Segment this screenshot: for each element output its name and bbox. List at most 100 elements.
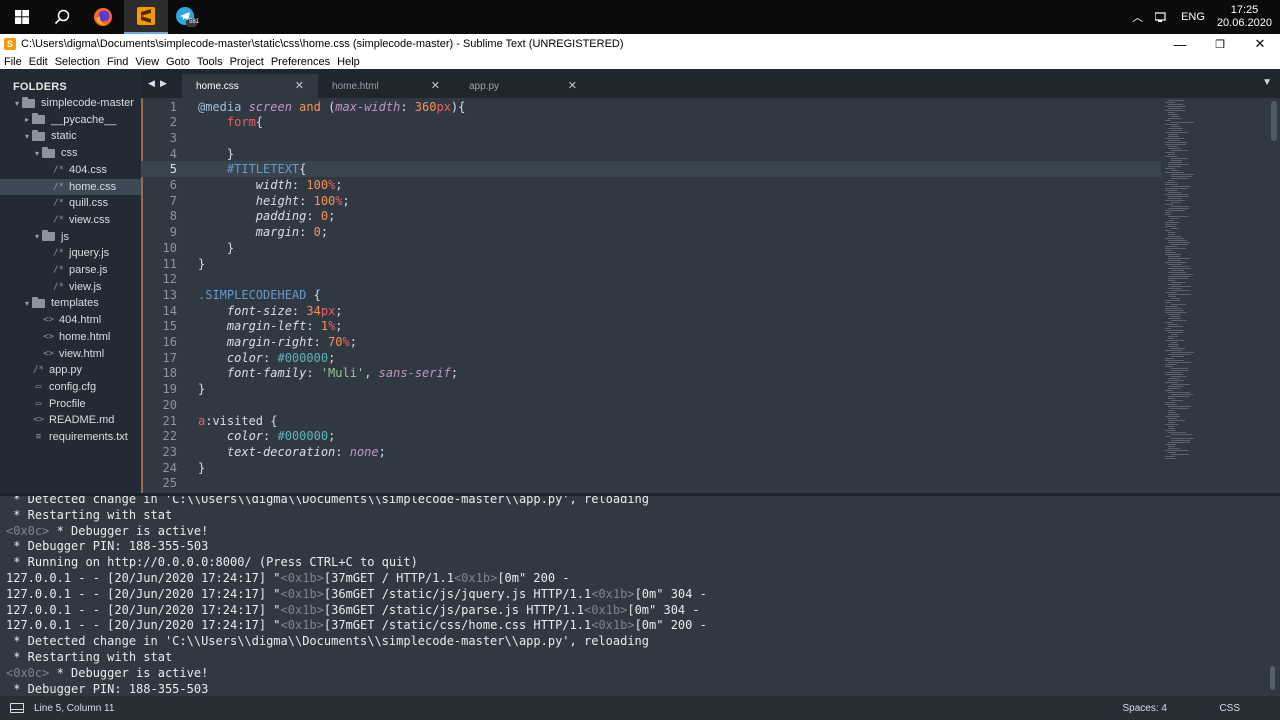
minimize-button[interactable]: — xyxy=(1160,34,1200,54)
tab-close-icon[interactable]: ✕ xyxy=(431,79,440,92)
panel-toggle-icon[interactable] xyxy=(10,703,24,713)
taskbar-telegram-button[interactable]: 581 xyxy=(164,0,208,34)
menu-view[interactable]: View xyxy=(135,56,159,68)
menu-file[interactable]: File xyxy=(4,56,22,68)
code-editor[interactable]: 1 @media screen and (max-width: 360px){2 … xyxy=(141,98,1280,493)
code-line[interactable]: 23 text-decoration: none; xyxy=(141,444,1161,460)
chevron-right-icon[interactable]: ▸ xyxy=(22,115,32,124)
folder-item-js[interactable]: ▾ js xyxy=(0,229,141,245)
menu-selection[interactable]: Selection xyxy=(55,56,100,68)
code-line[interactable]: 21 a:visited { xyxy=(141,413,1161,429)
tab-dropdown-icon[interactable]: ▼ xyxy=(1262,77,1272,88)
file-item-procfile[interactable]: ▭ Procfile xyxy=(0,396,141,412)
tab-close-icon[interactable]: ✕ xyxy=(568,79,577,92)
folder-item-templates[interactable]: ▾ templates xyxy=(0,295,141,311)
code-line[interactable]: 15 margin-left: 1%; xyxy=(141,318,1161,334)
file-item-view-js[interactable]: /* view.js xyxy=(0,279,141,295)
code-line[interactable]: 1 @media screen and (max-width: 360px){ xyxy=(141,99,1161,115)
file-item-config-cfg[interactable]: ▭ config.cfg xyxy=(0,379,141,395)
file-item-view-css[interactable]: /* view.css xyxy=(0,212,141,228)
indentation-setting[interactable]: Spaces: 4 xyxy=(1123,703,1167,714)
console-panel[interactable]: * Detected change in 'C:\\Users\\digma\\… xyxy=(0,493,1280,696)
code-line[interactable]: 10 } xyxy=(141,240,1161,256)
chevron-up-icon[interactable]: ︿ xyxy=(1132,9,1143,25)
language-indicator[interactable]: ENG xyxy=(1181,11,1205,23)
menu-help[interactable]: Help xyxy=(337,56,360,68)
cursor-position[interactable]: Line 5, Column 11 xyxy=(34,703,114,714)
code-token: : xyxy=(263,350,278,365)
file-item-home-css[interactable]: /* home.css xyxy=(0,178,141,195)
file-item-app-py[interactable]: /* app.py xyxy=(0,362,141,378)
maximize-button[interactable]: ❐ xyxy=(1200,34,1240,54)
code-line[interactable]: 13 .SIMPLECODEHEAD { xyxy=(141,287,1161,303)
code-line[interactable]: 4 } xyxy=(141,146,1161,162)
folder-item-simplecode-master[interactable]: ▾ simplecode-master xyxy=(0,95,141,111)
code-token: ; xyxy=(450,366,459,381)
menu-project[interactable]: Project xyxy=(230,56,264,68)
code-line[interactable]: 16 margin-right: 70%; xyxy=(141,334,1161,350)
code-line[interactable]: 2 form{ xyxy=(141,114,1161,130)
minimap-line xyxy=(1168,338,1174,339)
network-icon[interactable] xyxy=(1155,12,1169,22)
code-line[interactable]: 8 padding: 0; xyxy=(141,208,1161,224)
console-scrollbar[interactable] xyxy=(1270,666,1275,690)
chevron-down-icon[interactable]: ▾ xyxy=(22,299,32,308)
file-item-requirements-txt[interactable]: ≡ requirements.txt xyxy=(0,429,141,445)
tab-home-css[interactable]: home.css ✕ xyxy=(182,74,318,98)
tab-home-html[interactable]: home.html ✕ xyxy=(318,74,454,98)
close-window-button[interactable]: ✕ xyxy=(1240,34,1280,54)
windows-start-button[interactable] xyxy=(0,0,44,34)
chevron-down-icon[interactable]: ▾ xyxy=(32,232,42,241)
code-line[interactable]: 7 height: 100%; xyxy=(141,193,1161,209)
tab-close-icon[interactable]: ✕ xyxy=(295,79,304,92)
code-line[interactable]: 14 font-size: 34px; xyxy=(141,303,1161,319)
code-line[interactable]: 11} xyxy=(141,256,1161,272)
chevron-down-icon[interactable]: ▾ xyxy=(32,149,42,158)
code-token: : xyxy=(299,225,314,240)
code-line[interactable]: 18 font-family: 'Muli', sans-serif; xyxy=(141,365,1161,381)
file-item-jquery-js[interactable]: /* jquery.js xyxy=(0,245,141,261)
minimap[interactable] xyxy=(1161,98,1241,478)
minimap-line xyxy=(1171,434,1192,435)
menu-goto[interactable]: Goto xyxy=(166,56,190,68)
menu-preferences[interactable]: Preferences xyxy=(271,56,330,68)
code-line[interactable]: 9 margin: 0; xyxy=(141,224,1161,240)
folder-item-static[interactable]: ▾ static xyxy=(0,128,141,144)
taskbar-search-button[interactable] xyxy=(40,0,84,34)
windows-icon xyxy=(15,10,29,24)
syntax-setting[interactable]: CSS xyxy=(1219,703,1240,714)
clock[interactable]: 17:25 20.06.2020 xyxy=(1217,4,1272,30)
file-item-quill-css[interactable]: /* quill.css xyxy=(0,195,141,211)
file-item-404-css[interactable]: /* 404.css xyxy=(0,162,141,178)
editor-scrollbar[interactable] xyxy=(1271,101,1277,141)
file-item-404-html[interactable]: <> 404.html xyxy=(0,312,141,328)
code-line[interactable]: 3 xyxy=(141,130,1161,146)
code-token: 100 xyxy=(306,178,329,192)
file-item-home-html[interactable]: <> home.html xyxy=(0,329,141,345)
chevron-down-icon[interactable]: ▾ xyxy=(12,99,22,108)
folder-item-css[interactable]: ▾ css xyxy=(0,145,141,161)
chevron-down-icon[interactable]: ▾ xyxy=(22,132,32,141)
file-item-view-html[interactable]: <> view.html xyxy=(0,346,141,362)
code-line[interactable]: 5 #TITLETEXT{ xyxy=(141,161,1161,178)
minimap-line xyxy=(1171,160,1182,161)
file-item-parse-js[interactable]: /* parse.js xyxy=(0,262,141,278)
menu-find[interactable]: Find xyxy=(107,56,128,68)
code-line[interactable]: 19} xyxy=(141,381,1161,397)
code-line[interactable]: 24} xyxy=(141,460,1161,476)
tab-nav-right-icon[interactable]: ▶ xyxy=(160,78,167,89)
menu-edit[interactable]: Edit xyxy=(29,56,48,68)
code-line[interactable]: 6 width: 100%; xyxy=(141,177,1161,193)
taskbar-firefox-button[interactable] xyxy=(81,0,125,34)
file-item-readme-md[interactable]: <> README.md xyxy=(0,412,141,428)
menu-tools[interactable]: Tools xyxy=(197,56,223,68)
code-line[interactable]: 25 xyxy=(141,475,1161,491)
taskbar-sublime-button[interactable] xyxy=(124,0,168,34)
tab-nav-left-icon[interactable]: ◀ xyxy=(148,78,155,89)
tab-app-py[interactable]: app.py ✕ xyxy=(455,74,591,98)
folder-item--pycache-[interactable]: ▸ __pycache__ xyxy=(0,112,141,128)
code-line[interactable]: 22 color: #000000; xyxy=(141,428,1161,444)
code-line[interactable]: 12 xyxy=(141,271,1161,287)
code-line[interactable]: 17 color: #000000; xyxy=(141,350,1161,366)
code-line[interactable]: 20 xyxy=(141,397,1161,413)
